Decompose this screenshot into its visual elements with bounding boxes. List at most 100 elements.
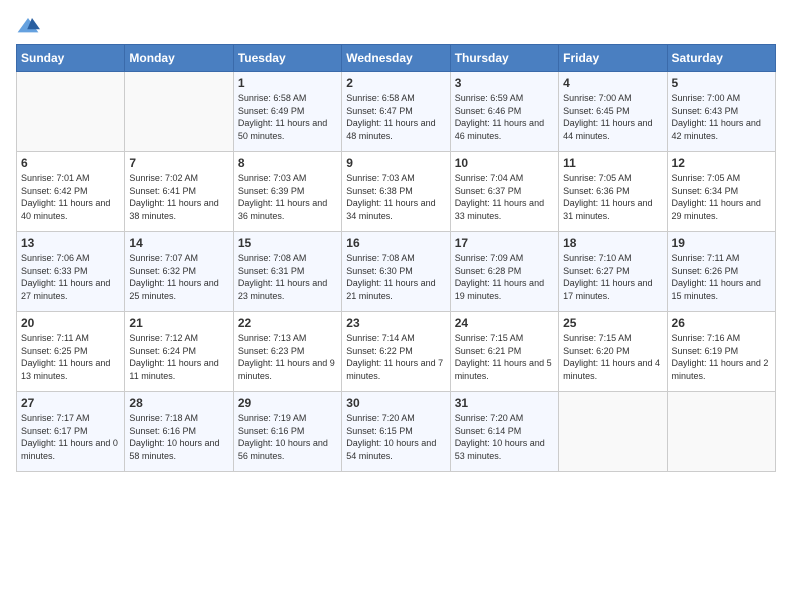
calendar-cell: 21 Sunrise: 7:12 AM Sunset: 6:24 PM Dayli…: [125, 312, 233, 392]
calendar-cell: 23 Sunrise: 7:14 AM Sunset: 6:22 PM Dayli…: [342, 312, 450, 392]
calendar-cell: 15 Sunrise: 7:08 AM Sunset: 6:31 PM Dayli…: [233, 232, 341, 312]
day-number: 5: [672, 76, 771, 90]
calendar-table: SundayMondayTuesdayWednesdayThursdayFrid…: [16, 44, 776, 472]
day-info: Sunrise: 7:08 AM Sunset: 6:30 PM Dayligh…: [346, 252, 445, 302]
day-number: 22: [238, 316, 337, 330]
day-info: Sunrise: 7:03 AM Sunset: 6:38 PM Dayligh…: [346, 172, 445, 222]
day-number: 12: [672, 156, 771, 170]
calendar-cell: 4Sunrise: 7:00 AM Sunset: 6:45 PM Daylig…: [559, 72, 667, 152]
calendar-weekday-monday: Monday: [125, 45, 233, 72]
day-info: Sunrise: 7:01 AM Sunset: 6:42 PM Dayligh…: [21, 172, 120, 222]
calendar-cell: 26Sunrise: 7:16 AM Sunset: 6:19 PM Dayli…: [667, 312, 775, 392]
day-info: Sunrise: 7:00 AM Sunset: 6:43 PM Dayligh…: [672, 92, 771, 142]
calendar-week-2: 6 Sunrise: 7:01 AM Sunset: 6:42 PM Daylig…: [17, 152, 776, 232]
calendar-cell: 22 Sunrise: 7:13 AM Sunset: 6:23 PM Dayli…: [233, 312, 341, 392]
day-number: 8: [238, 156, 337, 170]
day-number: 15: [238, 236, 337, 250]
calendar-cell: 27Sunrise: 7:17 AM Sunset: 6:17 PM Dayli…: [17, 392, 125, 472]
day-info: Sunrise: 7:15 AM Sunset: 6:20 PM Dayligh…: [563, 332, 662, 382]
day-info: Sunrise: 7:05 AM Sunset: 6:34 PM Dayligh…: [672, 172, 771, 222]
calendar-cell: [667, 392, 775, 472]
day-number: 26: [672, 316, 771, 330]
day-info: Sunrise: 7:05 AM Sunset: 6:36 PM Dayligh…: [563, 172, 662, 222]
calendar-cell: 11 Sunrise: 7:05 AM Sunset: 6:36 PM Dayli…: [559, 152, 667, 232]
day-info: Sunrise: 7:11 AM Sunset: 6:25 PM Dayligh…: [21, 332, 120, 382]
calendar-cell: 20 Sunrise: 7:11 AM Sunset: 6:25 PM Dayli…: [17, 312, 125, 392]
calendar-cell: 5 Sunrise: 7:00 AM Sunset: 6:43 PM Daylig…: [667, 72, 775, 152]
calendar-cell: 17 Sunrise: 7:09 AM Sunset: 6:28 PM Dayli…: [450, 232, 558, 312]
day-number: 28: [129, 396, 228, 410]
day-number: 3: [455, 76, 554, 90]
day-number: 23: [346, 316, 445, 330]
calendar-cell: 24 Sunrise: 7:15 AM Sunset: 6:21 PM Dayli…: [450, 312, 558, 392]
day-number: 17: [455, 236, 554, 250]
day-number: 29: [238, 396, 337, 410]
day-info: Sunrise: 7:14 AM Sunset: 6:22 PM Dayligh…: [346, 332, 445, 382]
calendar-weekday-thursday: Thursday: [450, 45, 558, 72]
calendar-weekday-friday: Friday: [559, 45, 667, 72]
calendar-cell: 14 Sunrise: 7:07 AM Sunset: 6:32 PM Dayli…: [125, 232, 233, 312]
day-info: Sunrise: 7:20 AM Sunset: 6:14 PM Dayligh…: [455, 412, 554, 462]
calendar-cell: 3 Sunrise: 6:59 AM Sunset: 6:46 PM Daylig…: [450, 72, 558, 152]
day-number: 21: [129, 316, 228, 330]
day-info: Sunrise: 7:20 AM Sunset: 6:15 PM Dayligh…: [346, 412, 445, 462]
day-number: 7: [129, 156, 228, 170]
day-number: 31: [455, 396, 554, 410]
calendar-cell: [559, 392, 667, 472]
day-info: Sunrise: 7:12 AM Sunset: 6:24 PM Dayligh…: [129, 332, 228, 382]
calendar-cell: 29 Sunrise: 7:19 AM Sunset: 6:16 PM Dayli…: [233, 392, 341, 472]
calendar-weekday-saturday: Saturday: [667, 45, 775, 72]
day-number: 25: [563, 316, 662, 330]
day-number: 10: [455, 156, 554, 170]
calendar-header-row: SundayMondayTuesdayWednesdayThursdayFrid…: [17, 45, 776, 72]
day-info: Sunrise: 6:58 AM Sunset: 6:47 PM Dayligh…: [346, 92, 445, 142]
calendar-cell: 16 Sunrise: 7:08 AM Sunset: 6:30 PM Dayli…: [342, 232, 450, 312]
calendar-cell: 9 Sunrise: 7:03 AM Sunset: 6:38 PM Daylig…: [342, 152, 450, 232]
day-number: 20: [21, 316, 120, 330]
calendar-cell: 8 Sunrise: 7:03 AM Sunset: 6:39 PM Daylig…: [233, 152, 341, 232]
day-info: Sunrise: 7:02 AM Sunset: 6:41 PM Dayligh…: [129, 172, 228, 222]
calendar-week-5: 27Sunrise: 7:17 AM Sunset: 6:17 PM Dayli…: [17, 392, 776, 472]
day-info: Sunrise: 7:15 AM Sunset: 6:21 PM Dayligh…: [455, 332, 554, 382]
day-info: Sunrise: 7:00 AM Sunset: 6:45 PM Dayligh…: [563, 92, 662, 142]
day-number: 11: [563, 156, 662, 170]
day-number: 30: [346, 396, 445, 410]
day-number: 6: [21, 156, 120, 170]
calendar-cell: 25 Sunrise: 7:15 AM Sunset: 6:20 PM Dayli…: [559, 312, 667, 392]
day-number: 14: [129, 236, 228, 250]
day-number: 16: [346, 236, 445, 250]
calendar-cell: 10 Sunrise: 7:04 AM Sunset: 6:37 PM Dayli…: [450, 152, 558, 232]
day-info: Sunrise: 7:19 AM Sunset: 6:16 PM Dayligh…: [238, 412, 337, 462]
day-number: 2: [346, 76, 445, 90]
day-number: 9: [346, 156, 445, 170]
calendar-cell: 7 Sunrise: 7:02 AM Sunset: 6:41 PM Daylig…: [125, 152, 233, 232]
calendar-cell: 1Sunrise: 6:58 AM Sunset: 6:49 PM Daylig…: [233, 72, 341, 152]
day-number: 1: [238, 76, 337, 90]
day-info: Sunrise: 7:04 AM Sunset: 6:37 PM Dayligh…: [455, 172, 554, 222]
day-number: 13: [21, 236, 120, 250]
day-info: Sunrise: 7:07 AM Sunset: 6:32 PM Dayligh…: [129, 252, 228, 302]
day-info: Sunrise: 7:13 AM Sunset: 6:23 PM Dayligh…: [238, 332, 337, 382]
calendar-cell: [125, 72, 233, 152]
calendar-cell: 19Sunrise: 7:11 AM Sunset: 6:26 PM Dayli…: [667, 232, 775, 312]
calendar-week-3: 13 Sunrise: 7:06 AM Sunset: 6:33 PM Dayli…: [17, 232, 776, 312]
logo: [16, 16, 44, 36]
calendar-cell: 31 Sunrise: 7:20 AM Sunset: 6:14 PM Dayli…: [450, 392, 558, 472]
calendar-cell: 2 Sunrise: 6:58 AM Sunset: 6:47 PM Daylig…: [342, 72, 450, 152]
calendar-cell: 30 Sunrise: 7:20 AM Sunset: 6:15 PM Dayli…: [342, 392, 450, 472]
day-info: Sunrise: 7:03 AM Sunset: 6:39 PM Dayligh…: [238, 172, 337, 222]
logo-icon: [16, 16, 40, 36]
day-number: 18: [563, 236, 662, 250]
day-info: Sunrise: 7:08 AM Sunset: 6:31 PM Dayligh…: [238, 252, 337, 302]
calendar-weekday-sunday: Sunday: [17, 45, 125, 72]
day-info: Sunrise: 6:59 AM Sunset: 6:46 PM Dayligh…: [455, 92, 554, 142]
calendar-weekday-tuesday: Tuesday: [233, 45, 341, 72]
calendar-week-4: 20 Sunrise: 7:11 AM Sunset: 6:25 PM Dayli…: [17, 312, 776, 392]
calendar-cell: 12 Sunrise: 7:05 AM Sunset: 6:34 PM Dayli…: [667, 152, 775, 232]
calendar-cell: 28Sunrise: 7:18 AM Sunset: 6:16 PM Dayli…: [125, 392, 233, 472]
day-number: 24: [455, 316, 554, 330]
day-info: Sunrise: 7:09 AM Sunset: 6:28 PM Dayligh…: [455, 252, 554, 302]
calendar-week-1: 1Sunrise: 6:58 AM Sunset: 6:49 PM Daylig…: [17, 72, 776, 152]
day-info: Sunrise: 7:11 AM Sunset: 6:26 PM Dayligh…: [672, 252, 771, 302]
day-info: Sunrise: 7:06 AM Sunset: 6:33 PM Dayligh…: [21, 252, 120, 302]
